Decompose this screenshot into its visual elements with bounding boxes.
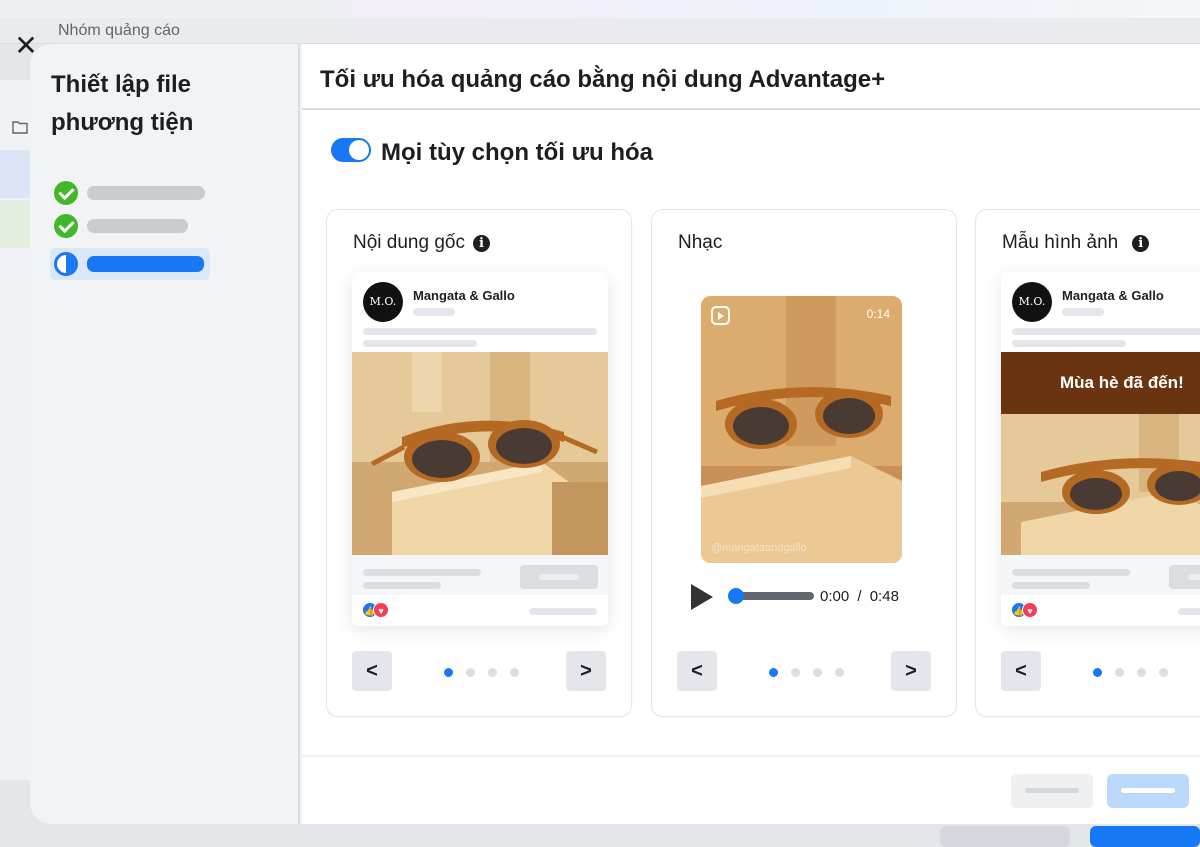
breadcrumb: Nhóm quảng cáo	[58, 22, 180, 39]
video-preview[interactable]: 0:14 @mangataandgallo	[701, 296, 902, 563]
background-secondary-button[interactable]	[940, 826, 1070, 847]
text-placeholder	[363, 569, 481, 576]
prev-button[interactable]: <	[352, 651, 392, 691]
pagination-dot[interactable]	[835, 668, 844, 677]
pagination-dot[interactable]	[466, 668, 475, 677]
pagination-dot-active[interactable]	[1093, 668, 1102, 677]
sunglasses-photo	[352, 352, 608, 555]
text-placeholder	[1012, 328, 1200, 335]
toggle-label: Mọi tùy chọn tối ưu hóa	[381, 139, 654, 166]
main-panel: Tối ưu hóa quảng cáo bằng nội dung Advan…	[302, 44, 1200, 824]
card-title: Nội dung gốc i	[353, 232, 490, 254]
avatar: M.O.	[1012, 282, 1052, 322]
card-title-text: Mẫu hình ảnh	[1002, 232, 1119, 253]
text-placeholder	[363, 328, 597, 335]
post-footer	[352, 555, 608, 595]
card-title: Nhạc	[678, 232, 723, 253]
confirm-button[interactable]	[1107, 774, 1189, 808]
page-title: Tối ưu hóa quảng cáo bằng nội dung Advan…	[320, 66, 886, 93]
text-placeholder	[1012, 340, 1126, 347]
pagination-dot[interactable]	[1115, 668, 1124, 677]
next-button[interactable]: >	[891, 651, 931, 691]
background-row-selected	[0, 150, 32, 198]
step-1[interactable]	[50, 177, 210, 209]
post-meta-placeholder	[413, 308, 455, 316]
text-placeholder	[1012, 569, 1130, 576]
pagination-dot[interactable]	[791, 668, 800, 677]
half-circle-icon	[54, 252, 78, 276]
background-primary-button[interactable]	[1090, 826, 1200, 847]
time-display: 0:00 / 0:48	[820, 588, 899, 605]
pagination-dot[interactable]	[1159, 668, 1168, 677]
promo-banner: Mùa hè đã đến!	[1001, 352, 1200, 414]
card-title: Mẫu hình ảnh i	[1002, 232, 1150, 254]
folder-icon	[12, 120, 28, 139]
step-label-placeholder	[87, 219, 188, 233]
background-gradient	[350, 0, 1200, 18]
cta-button-placeholder	[520, 565, 598, 589]
page-name: Mangata & Gallo	[413, 288, 515, 303]
video-duration: 0:14	[866, 307, 890, 321]
background-row-highlight	[0, 200, 32, 248]
reactions: 👍 ♥	[1011, 602, 1045, 618]
sidebar: Thiết lập file phương tiện	[30, 44, 300, 824]
reels-icon	[711, 306, 730, 325]
post-footer	[1001, 555, 1200, 595]
text-placeholder	[1178, 608, 1200, 615]
optimization-toggle[interactable]	[331, 138, 371, 162]
step-label-placeholder	[87, 256, 204, 272]
card-music: Nhạc 0:14 @mangataandgallo 0:00 / 0:48 <…	[651, 209, 957, 717]
text-placeholder	[1012, 582, 1090, 589]
step-2[interactable]	[50, 210, 210, 242]
prev-button[interactable]: <	[1001, 651, 1041, 691]
check-circle-icon	[54, 214, 78, 238]
info-icon[interactable]: i	[472, 235, 490, 252]
text-placeholder	[529, 608, 597, 615]
seek-handle[interactable]	[728, 588, 744, 604]
next-button[interactable]: >	[566, 651, 606, 691]
step-3-active[interactable]	[50, 248, 210, 280]
seek-bar[interactable]	[732, 592, 814, 600]
reactions: 👍 ♥	[362, 602, 396, 618]
toggle-knob	[349, 140, 369, 160]
heart-icon: ♥	[1022, 602, 1038, 618]
pagination-dot[interactable]	[813, 668, 822, 677]
post-preview: M.O. Mangata & Gallo 👍 ♥	[352, 272, 608, 626]
post-meta-placeholder	[1062, 308, 1104, 316]
text-placeholder	[363, 582, 441, 589]
card-image-template: Mẫu hình ảnh i M.O. Mangata & Gallo Mùa h…	[975, 209, 1200, 717]
back-button[interactable]	[1011, 774, 1093, 808]
media-setup-dialog: Thiết lập file phương tiện Tối ưu hóa qu…	[30, 44, 1200, 824]
pagination-dot[interactable]	[510, 668, 519, 677]
info-icon[interactable]: i	[1132, 235, 1150, 252]
time-separator: /	[857, 588, 862, 605]
sidebar-title: Thiết lập file phương tiện	[51, 71, 194, 136]
prev-button[interactable]: <	[677, 651, 717, 691]
pagination-dot-active[interactable]	[769, 668, 778, 677]
background-header	[0, 18, 1200, 44]
post-preview: M.O. Mangata & Gallo Mùa hè đã đến! 👍 ♥	[1001, 272, 1200, 626]
time-total: 0:48	[869, 588, 899, 605]
heart-icon: ♥	[373, 602, 389, 618]
video-handle: @mangataandgallo	[711, 542, 807, 554]
pagination-dot[interactable]	[1137, 668, 1146, 677]
pagination-dot-active[interactable]	[444, 668, 453, 677]
pagination-dot[interactable]	[488, 668, 497, 677]
cta-button-placeholder	[1169, 565, 1200, 589]
text-placeholder	[363, 340, 477, 347]
time-current: 0:00	[820, 588, 850, 605]
check-circle-icon	[54, 181, 78, 205]
card-original-content: Nội dung gốc i M.O. Mangata & Gallo 👍 ♥ …	[326, 209, 632, 717]
dialog-footer	[302, 755, 1200, 824]
step-label-placeholder	[87, 186, 205, 200]
card-title-text: Nội dung gốc	[353, 232, 465, 253]
play-icon[interactable]	[691, 584, 713, 610]
main-header: Tối ưu hóa quảng cáo bằng nội dung Advan…	[302, 44, 1200, 110]
page-name: Mangata & Gallo	[1062, 288, 1164, 303]
avatar: M.O.	[363, 282, 403, 322]
